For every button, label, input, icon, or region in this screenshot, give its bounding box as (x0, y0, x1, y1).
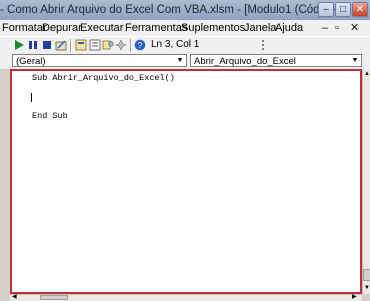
procedure-combo[interactable]: Abrir_Arquivo_do_Excel ▼ (190, 54, 362, 67)
procedure-combo-value: Abrir_Arquivo_do_Excel (194, 56, 296, 67)
object-combo-value: (Geral) (16, 56, 46, 67)
vertical-scroll-thumb[interactable] (363, 269, 370, 281)
toolbar-separator (130, 39, 132, 52)
menu-suplementos[interactable]: Suplementos (181, 20, 245, 36)
run-icon[interactable] (13, 39, 25, 51)
toolbar-grip[interactable] (262, 40, 269, 50)
code-line-1[interactable]: Sub Abrir_Arquivo_do_Excel() (32, 73, 175, 83)
horizontal-scroll-thumb[interactable] (40, 295, 68, 300)
menu-depurar[interactable]: Depurar (42, 20, 82, 36)
standard-toolbar: ? Ln 3, Col 1 (0, 36, 370, 54)
text-caret (31, 93, 32, 102)
title-bar: - Como Abrir Arquivo do Excel Com VBA.xl… (0, 0, 370, 20)
scroll-up-arrow[interactable]: ▲ (363, 70, 370, 78)
object-combo[interactable]: (Geral) ▼ (12, 54, 187, 67)
code-combos: (Geral) ▼ Abrir_Arquivo_do_Excel ▼ (0, 53, 370, 69)
menu-formatar[interactable]: Formatar (2, 20, 47, 36)
chevron-down-icon[interactable]: ▼ (350, 56, 360, 66)
restore-button[interactable]: □ (335, 2, 351, 17)
menu-ferramentas[interactable]: Ferramentas (125, 20, 187, 36)
scroll-left-arrow[interactable]: ◀ (12, 293, 17, 300)
help-icon[interactable]: ? (134, 39, 146, 51)
svg-text:?: ? (138, 41, 143, 50)
object-browser-icon[interactable] (102, 39, 114, 51)
menu-executar[interactable]: Executar (80, 20, 123, 36)
cursor-position: Ln 3, Col 1 (151, 39, 200, 50)
design-mode-icon[interactable] (55, 39, 67, 51)
scroll-right-arrow[interactable]: ▶ (352, 293, 357, 300)
menu-bar: Formatar Depurar Executar Ferramentas Su… (0, 20, 370, 36)
code-line-5[interactable]: End Sub (32, 111, 68, 121)
menu-ajuda[interactable]: Ajuda (275, 20, 303, 36)
code-editor[interactable]: Sub Abrir_Arquivo_do_Excel() End Sub (10, 69, 362, 294)
stop-icon[interactable] (41, 39, 53, 51)
chevron-down-icon[interactable]: ▼ (175, 56, 185, 66)
menu-janela[interactable]: Janela (244, 20, 276, 36)
window-title: - Como Abrir Arquivo do Excel Com VBA.xl… (0, 4, 342, 16)
pause-icon[interactable] (27, 39, 39, 51)
toolbar-separator (70, 39, 72, 52)
close-button[interactable]: ✕ (352, 2, 368, 17)
mdi-restore-button[interactable]: ▫ (335, 20, 339, 36)
mdi-minimize-button[interactable]: – (322, 20, 328, 36)
project-explorer-icon[interactable] (75, 39, 87, 51)
mdi-close-button[interactable]: ✕ (350, 20, 359, 36)
scroll-down-arrow[interactable]: ▼ (363, 284, 370, 292)
properties-icon[interactable] (89, 39, 101, 51)
minimize-button[interactable]: – (318, 2, 334, 17)
vertical-scrollbar[interactable]: ▲ ▼ (362, 69, 370, 294)
toolbox-icon[interactable] (115, 39, 127, 51)
